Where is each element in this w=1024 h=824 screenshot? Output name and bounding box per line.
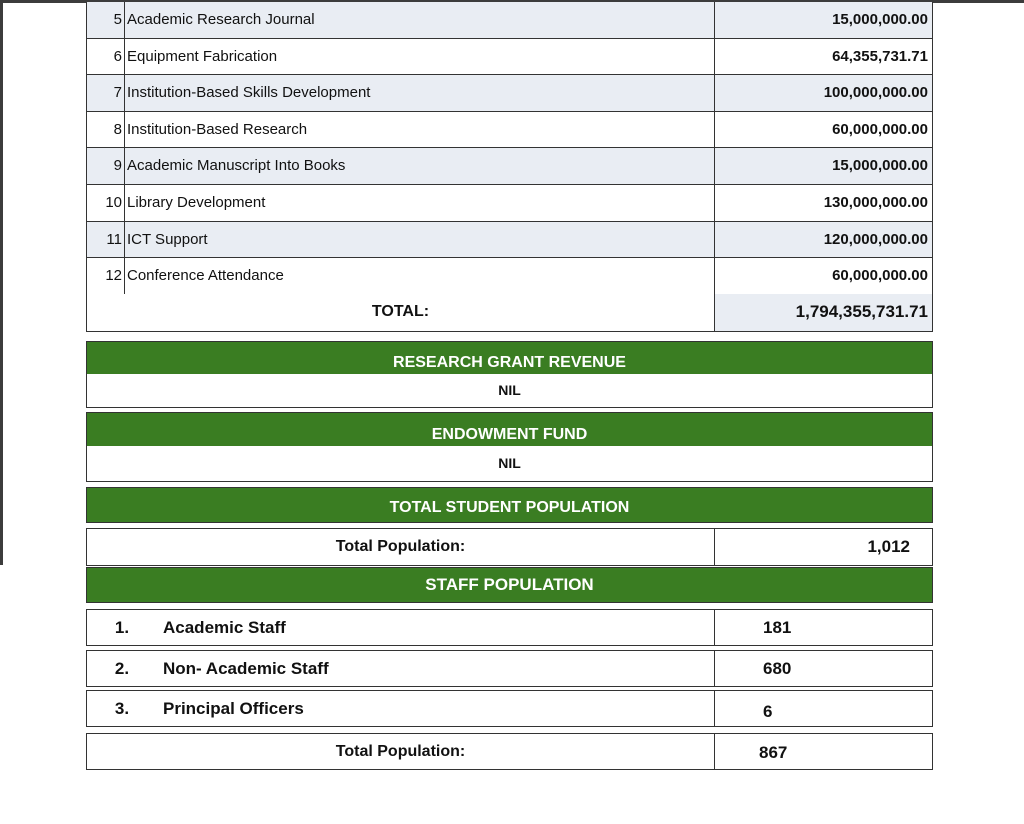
table-row: 6 Equipment Fabrication 64,355,731.71 xyxy=(87,38,932,76)
staff-row-value: 680 xyxy=(714,651,932,686)
staff-population-header: STAFF POPULATION xyxy=(86,567,933,603)
row-amount: 15,000,000.00 xyxy=(714,2,932,38)
row-number: 7 xyxy=(87,75,125,111)
row-amount: 15,000,000.00 xyxy=(714,148,932,184)
staff-row-name: Non- Academic Staff xyxy=(163,659,329,678)
row-item-name: Library Development xyxy=(127,193,266,211)
row-amount: 100,000,000.00 xyxy=(714,75,932,111)
table-row: 10 Library Development 130,000,000.00 xyxy=(87,184,932,222)
staff-row-number: 1. xyxy=(114,618,130,637)
table-row: 2. Non- Academic Staff 680 xyxy=(86,650,933,687)
row-number: 10 xyxy=(87,184,125,221)
total-amount: 1,794,355,731.71 xyxy=(714,294,932,331)
row-item-name: Institution-Based Skills Development xyxy=(127,84,371,102)
row-item-name: Institution-Based Research xyxy=(127,120,308,138)
row-number: 5 xyxy=(87,2,125,38)
total-label: TOTAL: xyxy=(371,303,430,320)
table-row: 5 Academic Research Journal 15,000,000.0… xyxy=(87,2,932,39)
row-amount: 64,355,731.71 xyxy=(714,38,932,75)
endowment-fund-value: NIL xyxy=(86,446,933,482)
endowment-fund-header: ENDOWMENT FUND xyxy=(86,412,933,447)
table-row: 8 Institution-Based Research 60,000,000.… xyxy=(87,111,932,149)
table-row: 11 ICT Support 120,000,000.00 xyxy=(87,221,932,259)
staff-row-name: Principal Officers xyxy=(163,699,304,718)
total-row: TOTAL: 1,794,355,731.71 xyxy=(86,294,933,332)
row-number: 11 xyxy=(87,221,125,258)
row-amount: 60,000,000.00 xyxy=(714,111,932,148)
row-item-name: Academic Research Journal xyxy=(127,11,315,28)
student-population-label: Total Population: xyxy=(335,538,466,555)
expenditure-table: 5 Academic Research Journal 15,000,000.0… xyxy=(86,2,933,295)
table-row: 1. Academic Staff 181 xyxy=(86,609,933,646)
row-number: 9 xyxy=(87,148,125,184)
row-number: 8 xyxy=(87,111,125,148)
staff-row-number: 3. xyxy=(114,699,130,718)
staff-total-label: Total Population: xyxy=(335,743,466,760)
row-item-name: ICT Support xyxy=(127,230,208,248)
row-number: 6 xyxy=(87,38,125,75)
research-grant-value: NIL xyxy=(86,374,933,408)
row-item-name: Conference Attendance xyxy=(127,267,284,285)
staff-row-name: Academic Staff xyxy=(163,618,286,637)
student-population-value: 1,012 xyxy=(714,529,932,565)
table-row: 9 Academic Manuscript Into Books 15,000,… xyxy=(87,148,932,185)
row-item-name: Academic Manuscript Into Books xyxy=(127,157,346,175)
row-number: 12 xyxy=(87,258,125,295)
student-population-header: TOTAL STUDENT POPULATION xyxy=(86,487,933,523)
page-left-border xyxy=(0,0,3,565)
table-row: 3. Principal Officers 6 xyxy=(86,690,933,727)
staff-row-value: 6 xyxy=(714,691,932,726)
table-row: 7 Institution-Based Skills Development 1… xyxy=(87,75,932,112)
staff-row-value: 181 xyxy=(714,610,932,645)
row-amount: 130,000,000.00 xyxy=(714,184,932,221)
row-amount: 60,000,000.00 xyxy=(714,258,932,295)
row-amount: 120,000,000.00 xyxy=(714,221,932,258)
table-row: 12 Conference Attendance 60,000,000.00 xyxy=(87,258,932,295)
staff-row-number: 2. xyxy=(114,659,130,678)
student-population-row: Total Population: 1,012 xyxy=(86,528,933,566)
research-grant-header: RESEARCH GRANT REVENUE xyxy=(86,341,933,375)
staff-total-value: 867 xyxy=(714,734,932,769)
row-item-name: Equipment Fabrication xyxy=(127,47,278,65)
staff-total-row: Total Population: 867 xyxy=(86,733,933,770)
